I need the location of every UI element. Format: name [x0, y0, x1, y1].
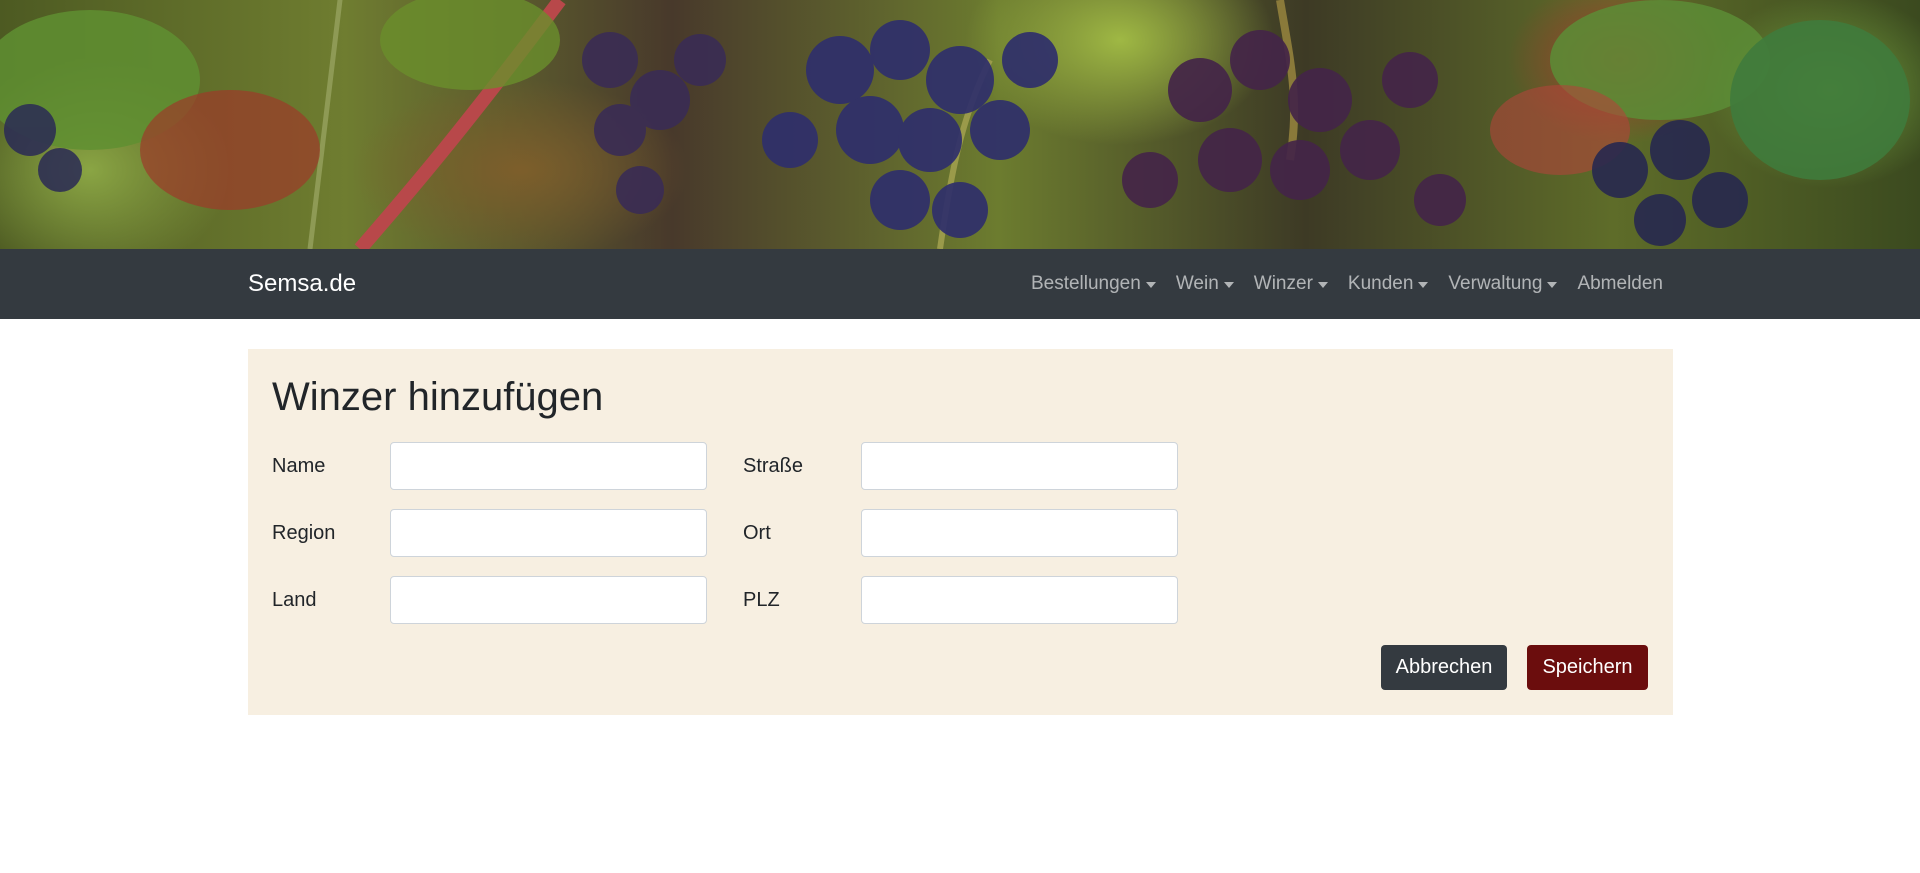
nav-menu: Bestellungen Wein Winzer Kunden Verwaltu…	[1021, 249, 1663, 319]
plz-label: PLZ	[743, 589, 780, 611]
nav-bestellungen-dropdown[interactable]: Bestellungen	[1021, 273, 1166, 295]
grapes-illustration	[0, 0, 1910, 249]
top-navbar: Semsa.de Bestellungen Wein Winzer Kunden…	[0, 249, 1920, 319]
region-label: Region	[272, 522, 336, 544]
strasse-input[interactable]	[861, 442, 1178, 490]
brand-link[interactable]: Semsa.de	[248, 270, 356, 298]
caret-down-icon	[1145, 282, 1156, 288]
name-input[interactable]	[390, 442, 707, 490]
nav-kunden-dropdown[interactable]: Kunden	[1338, 273, 1439, 295]
land-input[interactable]	[390, 576, 707, 624]
nav-item-label: Kunden	[1347, 273, 1414, 294]
vineyard-banner-image	[0, 0, 1920, 249]
caret-down-icon	[1547, 282, 1558, 288]
add-winemaker-form: Winzer hinzufügen Name Region Land Straß…	[248, 349, 1673, 715]
nav-verwaltung-dropdown[interactable]: Verwaltung	[1438, 273, 1567, 295]
caret-down-icon	[1418, 282, 1429, 288]
name-label: Name	[272, 455, 326, 477]
nav-item-label: Abmelden	[1577, 273, 1663, 294]
nav-wein-dropdown[interactable]: Wein	[1166, 273, 1244, 295]
nav-abmelden-link[interactable]: Abmelden	[1567, 273, 1663, 295]
ort-label: Ort	[743, 522, 771, 544]
cancel-button[interactable]: Abbrechen	[1381, 645, 1507, 690]
nav-item-label: Wein	[1175, 273, 1219, 294]
save-button[interactable]: Speichern	[1527, 645, 1648, 690]
nav-item-label: Verwaltung	[1448, 273, 1543, 294]
page-title: Winzer hinzufügen	[272, 375, 604, 419]
strasse-label: Straße	[743, 455, 804, 477]
plz-input[interactable]	[861, 576, 1178, 624]
region-input[interactable]	[390, 509, 707, 557]
nav-item-label: Bestellungen	[1030, 273, 1141, 294]
ort-input[interactable]	[861, 509, 1178, 557]
caret-down-icon	[1317, 282, 1328, 288]
caret-down-icon	[1223, 282, 1234, 288]
nav-winzer-dropdown[interactable]: Winzer	[1244, 273, 1338, 295]
nav-item-label: Winzer	[1253, 273, 1313, 294]
land-label: Land	[272, 589, 317, 611]
